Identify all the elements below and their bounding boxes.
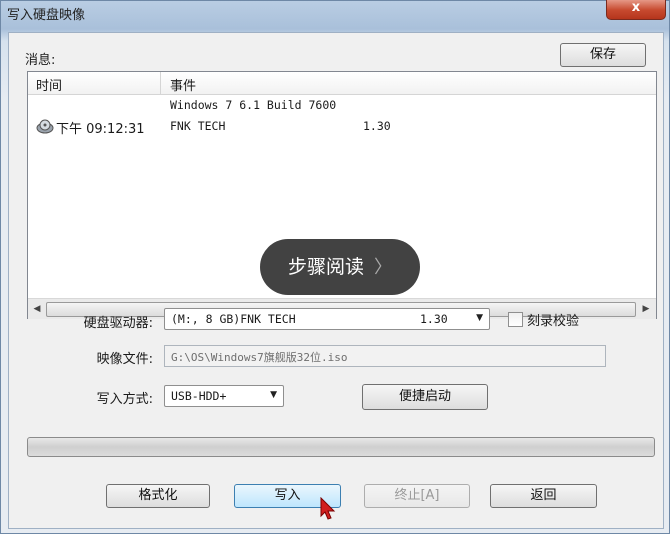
list-item-event: Windows 7 6.1 Build 7600: [170, 98, 337, 112]
overlay-label: 步骤阅读: [287, 256, 364, 278]
window-title: 写入硬盘映像: [7, 8, 86, 23]
scroll-right-icon[interactable]: ▶: [639, 302, 653, 316]
chevron-down-icon: ▼: [270, 390, 277, 400]
chevron-right-icon: 〉: [374, 257, 392, 278]
stop-button[interactable]: 终止[A]: [364, 484, 470, 508]
verify-label[interactable]: 刻录校验: [527, 310, 579, 329]
messages-label: 消息:: [25, 53, 56, 68]
list-item[interactable]: 下午 09:12:31 FNK TECH 1.30: [28, 116, 656, 137]
disc-icon: [36, 119, 54, 134]
verify-checkbox[interactable]: [508, 312, 523, 327]
column-divider[interactable]: [160, 72, 161, 94]
save-button[interactable]: 保存: [560, 43, 646, 67]
close-button[interactable]: x: [606, 0, 666, 20]
write-mode-label: 写入方式:: [96, 392, 153, 407]
list-item-version: 1.30: [363, 119, 391, 133]
quick-boot-button[interactable]: 便捷启动: [362, 384, 488, 410]
format-button[interactable]: 格式化: [106, 484, 210, 508]
image-file-field[interactable]: G:\OS\Windows7旗舰版32位.iso: [164, 345, 606, 367]
drive-select[interactable]: (M:, 8 GB)FNK TECH 1.30 ▼: [164, 308, 490, 330]
list-item-time: 下午 09:12:31: [56, 122, 145, 137]
drive-label: 硬盘驱动器:: [83, 316, 153, 331]
image-file-path: G:\OS\Windows7旗舰版32位.iso: [171, 351, 348, 364]
drive-select-version: 1.30: [420, 312, 448, 326]
list-header: 时间 事件: [28, 72, 656, 95]
write-progress-bar: [27, 437, 655, 457]
list-item[interactable]: Windows 7 6.1 Build 7600: [28, 96, 656, 114]
chevron-down-icon: ▼: [476, 313, 483, 323]
back-button[interactable]: 返回: [490, 484, 597, 508]
step-reading-overlay[interactable]: 步骤阅读〉: [260, 239, 420, 295]
drive-select-value: (M:, 8 GB)FNK TECH: [171, 312, 296, 326]
column-header-time[interactable]: 时间: [36, 75, 62, 94]
write-disk-image-window: 写入硬盘映像 x 消息: 保存 时间 事件 Windows 7 6.1 Buil…: [0, 0, 670, 534]
write-mode-value: USB-HDD+: [171, 389, 227, 403]
image-file-label: 映像文件:: [96, 352, 153, 367]
mouse-cursor-icon: [320, 497, 336, 520]
column-header-event[interactable]: 事件: [170, 75, 196, 94]
close-icon: x: [631, 0, 641, 15]
dialog-client-area: 消息: 保存 时间 事件 Windows 7 6.1 Build 7600 下午…: [8, 32, 664, 529]
title-bar[interactable]: 写入硬盘映像 x: [1, 0, 669, 27]
list-item-event: FNK TECH: [170, 119, 226, 133]
write-mode-select[interactable]: USB-HDD+ ▼: [164, 385, 284, 407]
